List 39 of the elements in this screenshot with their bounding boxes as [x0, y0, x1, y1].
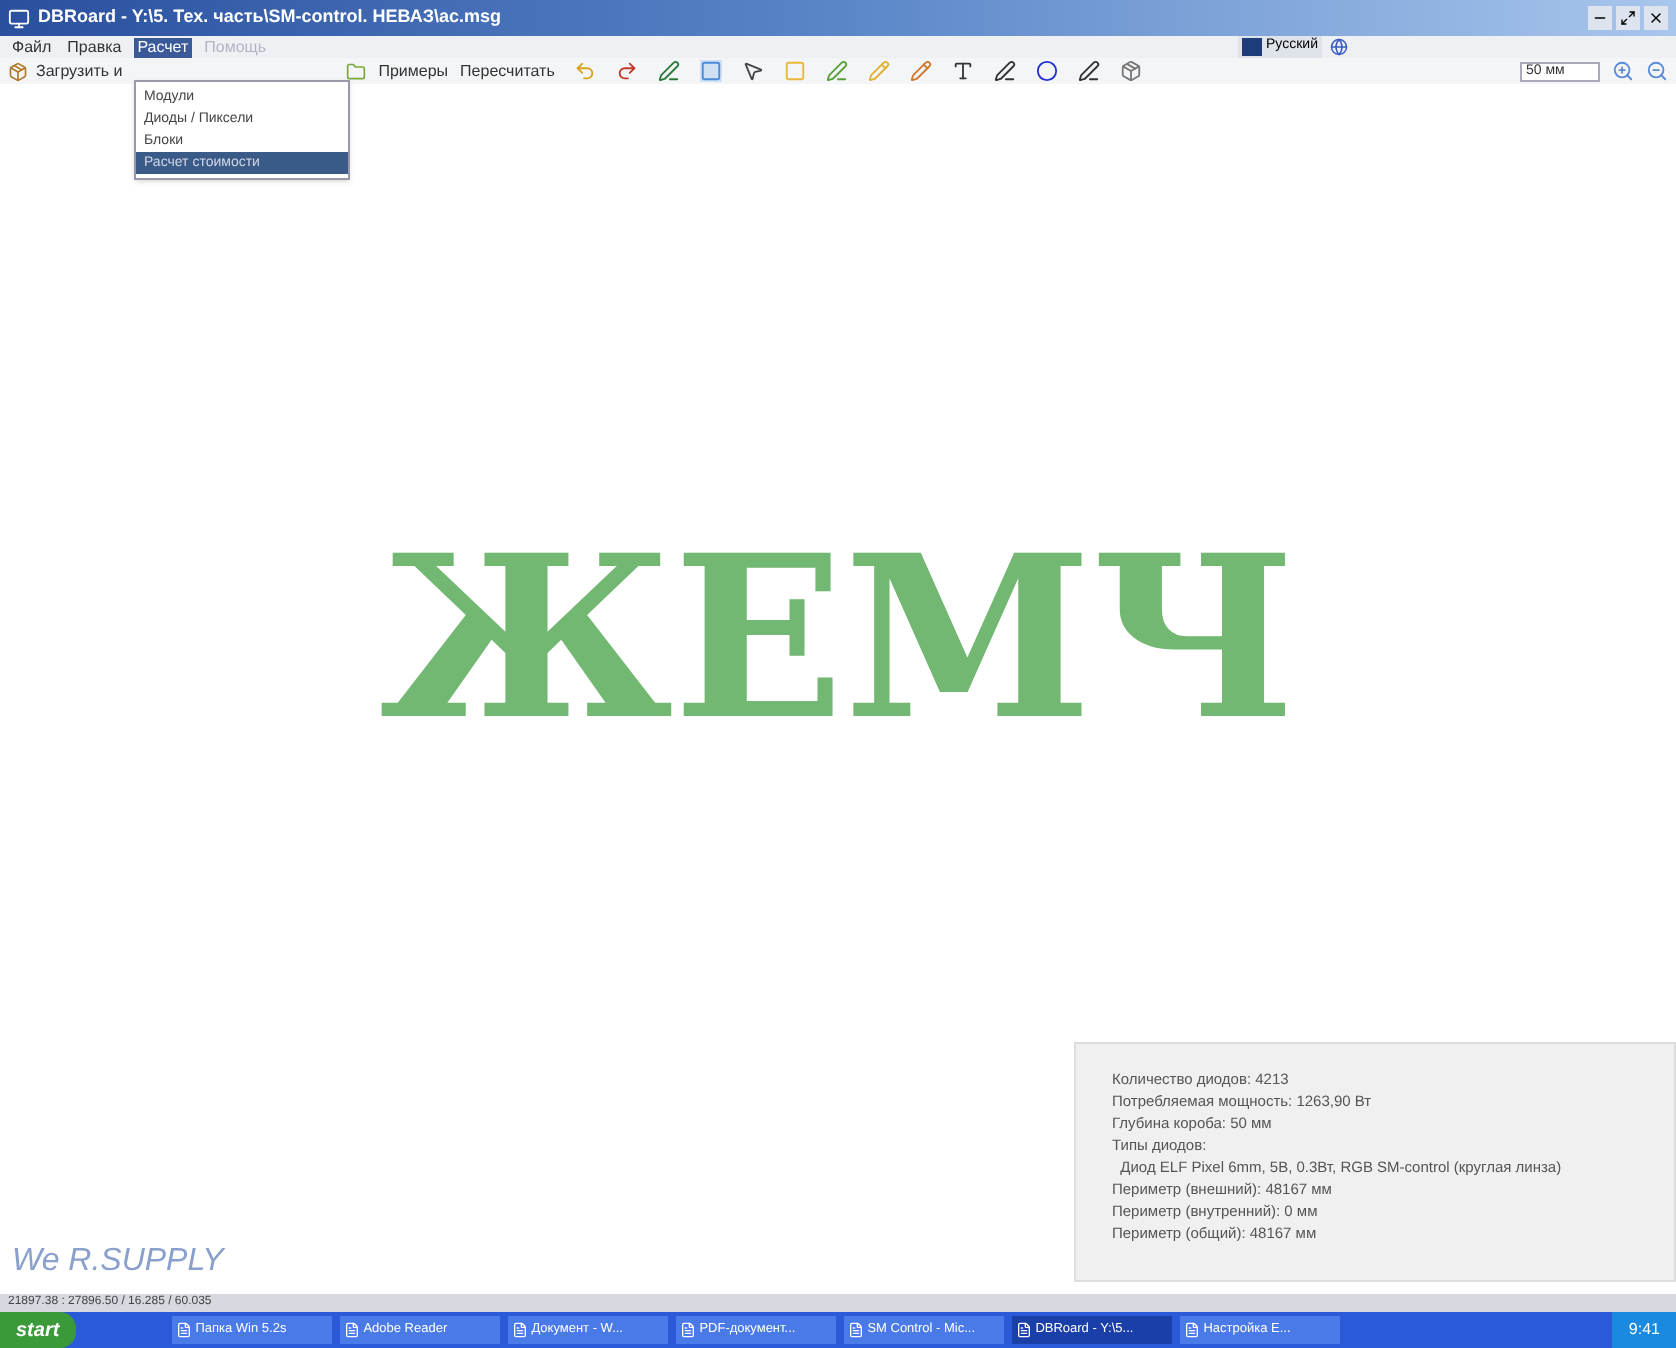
app-icon: [8, 7, 30, 29]
tool-pencil-icon[interactable]: [910, 60, 933, 82]
window-icon: [679, 1322, 696, 1338]
menu-item[interactable]: Расчет: [133, 37, 193, 57]
close-icon: [1648, 10, 1664, 26]
minimize-button[interactable]: [1588, 6, 1612, 30]
tool-redo-icon[interactable]: [616, 60, 639, 82]
recalc-button[interactable]: Пересчитать: [460, 59, 555, 83]
folder-icon: [346, 61, 367, 81]
zoom-out-icon[interactable]: [1646, 60, 1668, 82]
maximize-icon: [1620, 10, 1636, 26]
zoom-in-icon[interactable]: [1612, 60, 1634, 82]
clock: 9:41: [1628, 1318, 1660, 1342]
tool-pointer-icon[interactable]: [742, 60, 765, 82]
tool-pen-icon[interactable]: [994, 60, 1017, 82]
window-title: DBRoard - Y:\5. Тех. часть\SM-control. НЕВАЗ\ас.msg: [38, 4, 501, 31]
window-icon: [343, 1322, 360, 1338]
menu-item[interactable]: Правка: [63, 37, 126, 57]
tool-text-icon[interactable]: [952, 60, 975, 82]
tool-square-icon[interactable]: [700, 60, 723, 82]
window-icon: [1183, 1322, 1200, 1338]
tool-package-icon[interactable]: [1120, 60, 1143, 82]
close-button[interactable]: [1644, 6, 1668, 30]
window-icon: [511, 1322, 528, 1338]
canvas-text: ЖЕМЧ: [379, 527, 1297, 751]
flag-icon: [1242, 38, 1263, 56]
examples-button[interactable]: Примеры: [378, 59, 449, 83]
logo: We R.SUPPLY: [12, 1242, 224, 1282]
window-icon: [175, 1322, 192, 1338]
menu-item[interactable]: Файл: [8, 37, 56, 57]
load-button[interactable]: Загрузить и: [8, 59, 123, 83]
start-button[interactable]: start: [0, 1312, 76, 1348]
box-icon: [8, 61, 28, 81]
tool-circle-icon[interactable]: [1036, 60, 1059, 82]
globe-icon: [1330, 38, 1348, 56]
window-icon: [847, 1322, 864, 1338]
tool-pen-icon[interactable]: [1078, 60, 1101, 82]
window-icon: [1015, 1322, 1032, 1338]
maximize-button[interactable]: [1616, 6, 1640, 30]
